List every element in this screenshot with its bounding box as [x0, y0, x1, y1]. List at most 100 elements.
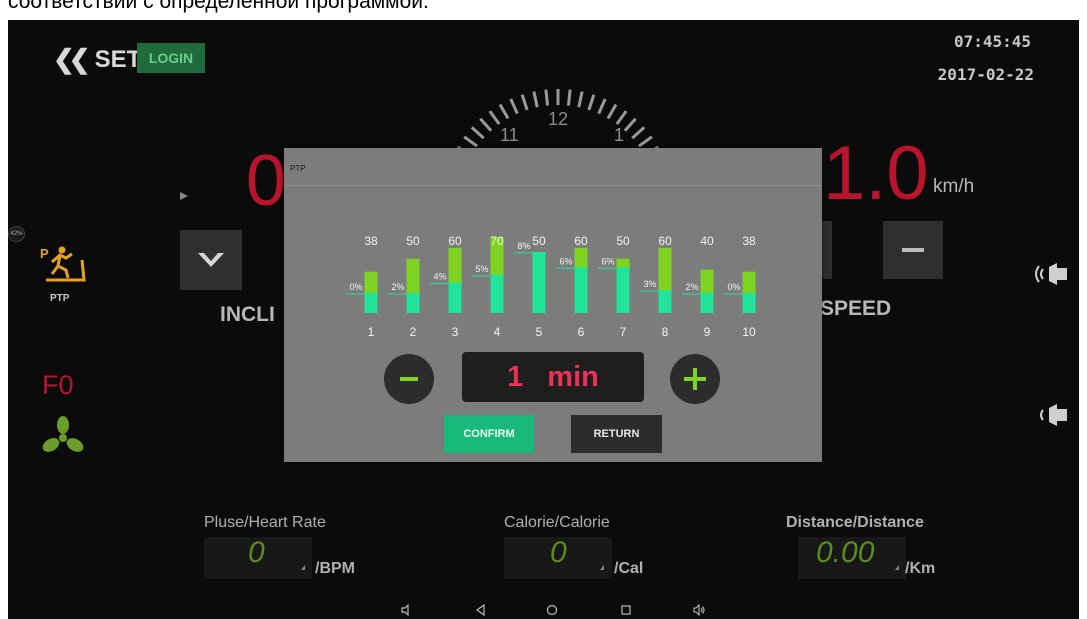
- dial-tick: [638, 135, 653, 148]
- duration-increase-button[interactable]: [670, 354, 720, 404]
- duration-decrease-button[interactable]: [384, 354, 434, 404]
- battery-badge: 42%: [8, 226, 25, 242]
- speed-label: SPEED: [820, 297, 892, 320]
- duration-display: 1 min: [462, 352, 644, 402]
- speed-value-label: 60: [448, 234, 462, 248]
- fan-icon[interactable]: [38, 416, 88, 456]
- incline-down-button[interactable]: [180, 230, 242, 290]
- incline-bar: [532, 252, 546, 313]
- clock-date: 2017-02-22: [937, 65, 1034, 84]
- heart-rate-value: 0: [248, 536, 265, 569]
- return-button[interactable]: RETURN: [571, 415, 662, 453]
- speed-value-label: 60: [574, 234, 588, 248]
- set-label: SET: [94, 45, 142, 73]
- incline-bar: [616, 267, 630, 313]
- incline-value-label: 5%: [475, 264, 488, 274]
- incline-value-label: 8%: [517, 241, 530, 251]
- minus-icon: [400, 377, 418, 381]
- heart-rate-unit: /BPM: [315, 560, 355, 577]
- speed-value: 1.0: [823, 131, 929, 216]
- distance-label: Distance/Distance: [786, 514, 924, 531]
- set-button[interactable]: ❮❮ SET: [53, 44, 141, 75]
- home-nav-icon[interactable]: [546, 604, 558, 616]
- dial-tick: [520, 94, 529, 111]
- back-nav-icon[interactable]: [475, 604, 487, 616]
- volume-up-icon[interactable]: [1033, 259, 1073, 289]
- dial-tick: [479, 117, 493, 132]
- plus-icon: [684, 368, 706, 390]
- incline-value-label: 6%: [559, 256, 572, 266]
- segment-number-label: 1: [368, 325, 375, 339]
- segment-number-label: 9: [704, 325, 711, 339]
- runner-program-icon[interactable]: P: [38, 244, 88, 284]
- page-caption: соответствии с определенной программой.: [8, 0, 429, 13]
- chevron-down-icon: [198, 253, 224, 267]
- dial-tick: [488, 110, 501, 125]
- speed-value-label: 70: [490, 234, 504, 248]
- incline-bar: [658, 290, 672, 313]
- dial-tick: [587, 94, 596, 111]
- distance-unit: /Km: [905, 560, 936, 577]
- incline-value-label: 0%: [727, 282, 740, 292]
- dial-number-1: 1: [614, 125, 624, 145]
- incline-value: 0: [246, 141, 287, 221]
- incline-bar: [700, 293, 714, 313]
- volume-down-icon[interactable]: [1033, 400, 1073, 430]
- distance-value: 0.00: [816, 536, 875, 569]
- segment-number-label: 2: [410, 325, 417, 339]
- dial-tick: [532, 91, 539, 108]
- segment-number-label: 8: [662, 325, 669, 339]
- dialog-divider: [284, 185, 822, 186]
- ptp-profile-chart: 380%1502%2604%3705%4508%5606%6506%7603%8…: [346, 234, 756, 339]
- dial-tick: [544, 89, 550, 106]
- segment-number-label: 4: [494, 325, 501, 339]
- incline-value-label: 4%: [433, 272, 446, 282]
- dial-tick: [623, 117, 637, 132]
- incline-indicator-icon: [180, 192, 188, 200]
- segment-number-label: 6: [578, 325, 585, 339]
- incline-value-label: 3%: [643, 279, 656, 289]
- fan-level: F0: [42, 370, 74, 400]
- incline-value-label: 0%: [349, 282, 362, 292]
- dial-tick: [470, 126, 485, 140]
- heart-rate-label: Pluse/Heart Rate: [204, 514, 326, 531]
- segment-number-label: 7: [620, 325, 627, 339]
- duration-value: 1: [507, 360, 524, 393]
- dial-number-11: 11: [500, 125, 519, 145]
- dial-tick: [597, 98, 607, 115]
- dial-tick: [509, 98, 519, 115]
- distance-dropdown-icon[interactable]: [895, 565, 899, 570]
- segment-number-label: 3: [452, 325, 459, 339]
- heart-rate-dropdown-icon[interactable]: [301, 565, 305, 570]
- incline-bar: [742, 293, 756, 313]
- program-label: PTP: [50, 293, 70, 304]
- login-button[interactable]: LOGIN: [137, 43, 205, 73]
- confirm-button[interactable]: CONFIRM: [444, 415, 534, 453]
- calorie-dropdown-icon[interactable]: [600, 565, 604, 570]
- incline-bar: [406, 293, 420, 313]
- calorie-label: Calorie/Calorie: [504, 514, 610, 531]
- speed-value-label: 50: [406, 234, 420, 248]
- speed-value-label: 40: [700, 234, 714, 248]
- incline-label: INCLI: [220, 303, 275, 326]
- ptp-dialog: PTP 38 0% 1 50 2% 2 60 4% 3 70 5% 4 50 8% 5 60 6% 6 50 6% 7 6…: [284, 148, 822, 462]
- volume-up-nav-icon[interactable]: [693, 604, 705, 616]
- svg-text:P: P: [40, 246, 49, 261]
- dial-tick: [566, 89, 572, 106]
- incline-bar: [448, 282, 462, 313]
- incline-bar: [364, 293, 378, 313]
- speed-down-button[interactable]: [883, 221, 943, 279]
- dialog-title: PTP: [290, 164, 306, 173]
- dial-tick: [498, 103, 510, 120]
- volume-down-nav-icon[interactable]: [400, 604, 412, 616]
- speed-value-label: 38: [742, 234, 756, 248]
- speed-value-label: 50: [616, 234, 630, 248]
- calorie-unit: /Cal: [614, 560, 644, 577]
- segment-number-label: 5: [536, 325, 543, 339]
- incline-value-label: 6%: [601, 256, 614, 266]
- incline-value-label: 2%: [391, 282, 404, 292]
- dial-number-12: 12: [548, 109, 568, 129]
- recents-nav-icon[interactable]: [620, 604, 632, 616]
- dial-tick: [631, 126, 646, 140]
- minus-icon: [902, 248, 924, 252]
